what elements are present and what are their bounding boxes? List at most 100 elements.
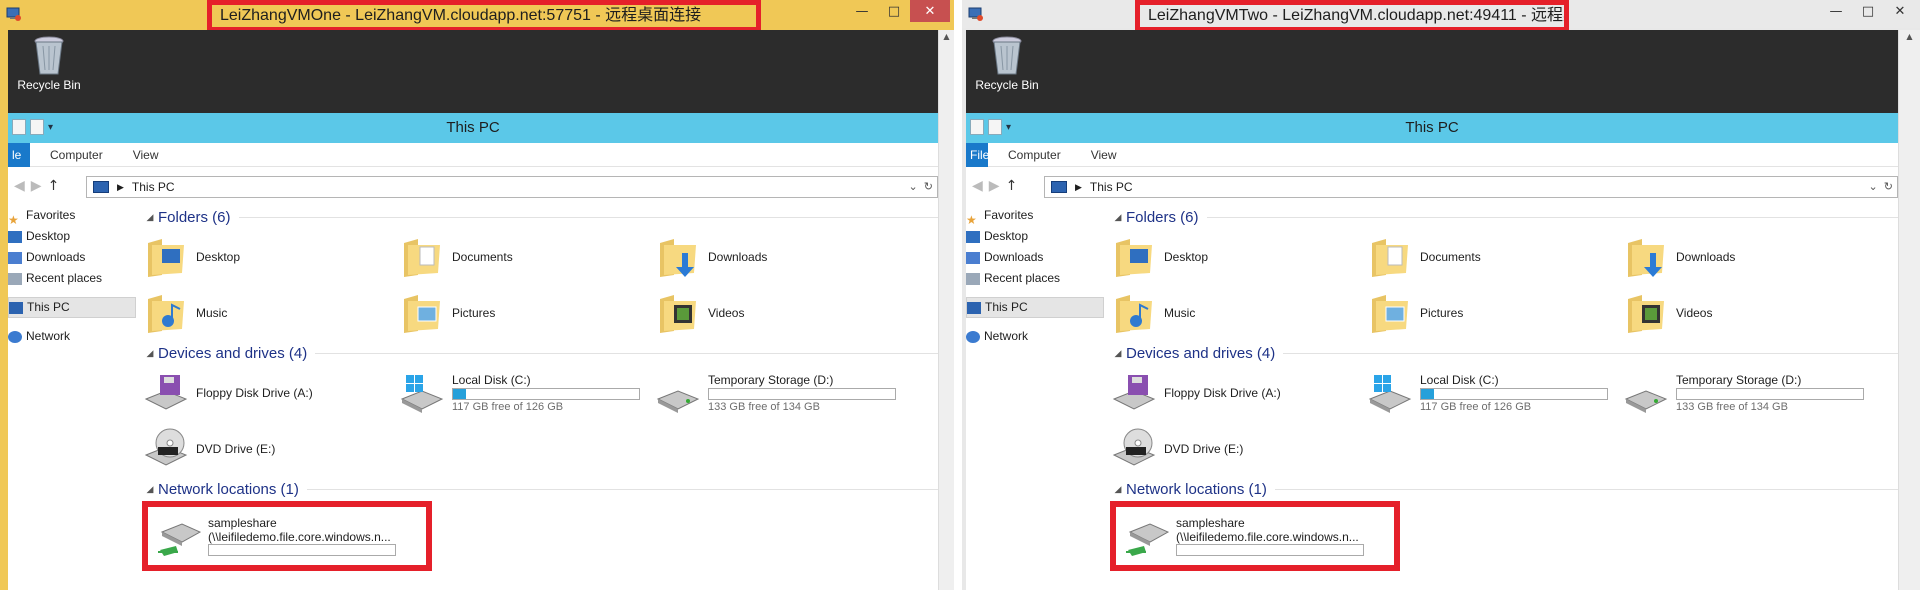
drive-item[interactable]: DVD Drive (E:) [1110,421,1366,477]
back-icon[interactable]: ◀ [14,178,25,194]
refresh-icon[interactable]: ↻ [924,181,933,193]
hard-drive-icon [400,375,444,413]
collapse-chevron-icon[interactable]: ◢ [142,212,158,223]
collapse-chevron-icon[interactable]: ◢ [1110,484,1126,495]
folder-item[interactable]: Downloads [1622,229,1878,285]
tab-view[interactable]: View [1091,148,1117,162]
folder-item[interactable]: Desktop [1110,229,1366,285]
address-dropdown-icon[interactable]: ⌄ [1868,181,1877,193]
nav-favorites[interactable]: ★ Favorites [966,205,1104,227]
up-arrow-icon[interactable]: ↑ [1006,178,1018,194]
nav-desktop[interactable]: Desktop [966,226,1104,247]
nav-favorites[interactable]: ★ Favorites [8,205,136,227]
group-header-network-locations[interactable]: ◢ Network locations (1) [142,477,938,501]
vertical-scrollbar[interactable]: ▲ [1898,30,1920,590]
collapse-chevron-icon[interactable]: ◢ [142,484,158,495]
drive-item[interactable]: Temporary Storage (D:) 133 GB free of 134… [1622,365,1878,421]
ribbon-tabs: File Computer View [966,142,1898,167]
maximize-button[interactable]: □ [1852,0,1884,22]
nav-desktop[interactable]: Desktop [8,226,136,247]
tab-computer[interactable]: Computer [50,148,103,162]
scroll-up-arrow-icon[interactable]: ▲ [1899,32,1920,41]
back-icon[interactable]: ◀ [972,178,983,194]
collapse-chevron-icon[interactable]: ◢ [1110,348,1126,359]
address-bar[interactable]: ▶ This PC ⌄ ↻ [1044,176,1898,198]
group-header-folders[interactable]: ◢ Folders (6) [1110,205,1898,229]
drive-item[interactable]: Local Disk (C:) 117 GB free of 126 GB [1366,365,1622,421]
drive-item[interactable]: Floppy Disk Drive (A:) [1110,365,1366,421]
collapse-chevron-icon[interactable]: ◢ [1110,212,1126,223]
folder-icon [660,295,696,333]
title-bar[interactable]: LeiZhangVMOne - LeiZhangVM.cloudapp.net:… [0,0,954,32]
minimize-button[interactable]: — [846,0,878,22]
address-bar[interactable]: ▶ This PC ⌄ ↻ [86,176,938,198]
folders-grid: Desktop Documents Downloads Music Pictur… [1110,229,1898,341]
breadcrumb-chevron-icon[interactable]: ▶ [1075,177,1082,197]
tab-file[interactable]: le [8,142,30,167]
address-row: ◀ ▶ ↑ ▶ This PC ⌄ ↻ [966,167,1898,205]
remote-desktop-window-two: LeiZhangVMTwo - LeiZhangVM.cloudapp.net:… [962,0,1920,590]
group-header-network-locations[interactable]: ◢ Network locations (1) [1110,477,1898,501]
drive-name: Local Disk (C:) [1420,373,1499,387]
folder-item[interactable]: Downloads [654,229,910,285]
drive-usage-bar [1420,388,1608,400]
folder-item[interactable]: Desktop [142,229,398,285]
network-location-item[interactable]: sampleshare (\\leifiledemo.file.core.win… [1110,501,1400,571]
up-arrow-icon[interactable]: ↑ [48,178,60,194]
this-pc-icon [967,301,981,314]
recycle-bin-shortcut[interactable]: Recycle Bin [16,36,82,92]
folder-icon [404,295,440,333]
tab-view[interactable]: View [133,148,159,162]
nav-recent-places[interactable]: Recent places [966,268,1104,289]
address-dropdown-icon[interactable]: ⌄ [908,181,917,193]
remote-desktop-window-one: LeiZhangVMOne - LeiZhangVM.cloudapp.net:… [0,0,954,590]
nav-downloads[interactable]: Downloads [966,247,1104,268]
scroll-up-arrow-icon[interactable]: ▲ [939,32,954,41]
folder-item[interactable]: Videos [654,285,910,341]
vertical-scrollbar[interactable]: ▲ [938,30,954,590]
title-bar[interactable]: LeiZhangVMTwo - LeiZhangVM.cloudapp.net:… [962,0,1920,32]
maximize-button[interactable]: □ [878,0,910,22]
tab-file[interactable]: File [966,142,988,167]
folder-item[interactable]: Documents [398,229,654,285]
drive-item[interactable]: DVD Drive (E:) [142,421,398,477]
collapse-chevron-icon[interactable]: ◢ [142,348,158,359]
remote-desktop-area: Recycle Bin [8,30,938,113]
close-button[interactable]: ✕ [1884,0,1916,22]
drive-item[interactable]: Local Disk (C:) 117 GB free of 126 GB [398,365,654,421]
folder-item[interactable]: Videos [1622,285,1878,341]
nav-recent-places[interactable]: Recent places [8,268,136,289]
recycle-bin-shortcut[interactable]: Recycle Bin [974,36,1040,92]
drive-item[interactable]: Floppy Disk Drive (A:) [142,365,398,421]
nav-downloads[interactable]: Downloads [8,247,136,268]
folder-item[interactable]: Music [142,285,398,341]
nav-this-pc[interactable]: This PC [966,297,1104,318]
folder-icon [1628,295,1664,333]
folder-item[interactable]: Music [1110,285,1366,341]
drive-usage-bar [708,388,896,400]
group-header-devices[interactable]: ◢ Devices and drives (4) [142,341,938,365]
nav-this-pc[interactable]: This PC [8,297,136,318]
refresh-icon[interactable]: ↻ [1884,181,1893,193]
drive-free-space: 133 GB free of 134 GB [708,401,820,413]
nav-network[interactable]: Network [8,326,136,347]
nav-network[interactable]: Network [966,326,1104,347]
minimize-button[interactable]: — [1820,0,1852,22]
breadcrumb-chevron-icon[interactable]: ▶ [117,177,124,197]
tab-computer[interactable]: Computer [1008,148,1061,162]
close-button[interactable]: ✕ [910,0,950,22]
network-location-item[interactable]: sampleshare (\\leifiledemo.file.core.win… [142,501,432,571]
forward-icon[interactable]: ▶ [989,178,1000,194]
folder-item[interactable]: Pictures [1366,285,1622,341]
drive-item[interactable]: Temporary Storage (D:) 133 GB free of 134… [654,365,910,421]
folder-item[interactable]: Documents [1366,229,1622,285]
drive-name: Floppy Disk Drive (A:) [196,386,313,400]
recycle-bin-label: Recycle Bin [975,78,1039,92]
devices-grid: Floppy Disk Drive (A:) Local Disk (C:) 11… [1110,365,1898,477]
share-name: sampleshare [208,516,277,530]
group-header-devices[interactable]: ◢ Devices and drives (4) [1110,341,1898,365]
network-share-icon [1126,523,1170,556]
folder-item[interactable]: Pictures [398,285,654,341]
forward-icon[interactable]: ▶ [31,178,42,194]
group-header-folders[interactable]: ◢ Folders (6) [142,205,938,229]
